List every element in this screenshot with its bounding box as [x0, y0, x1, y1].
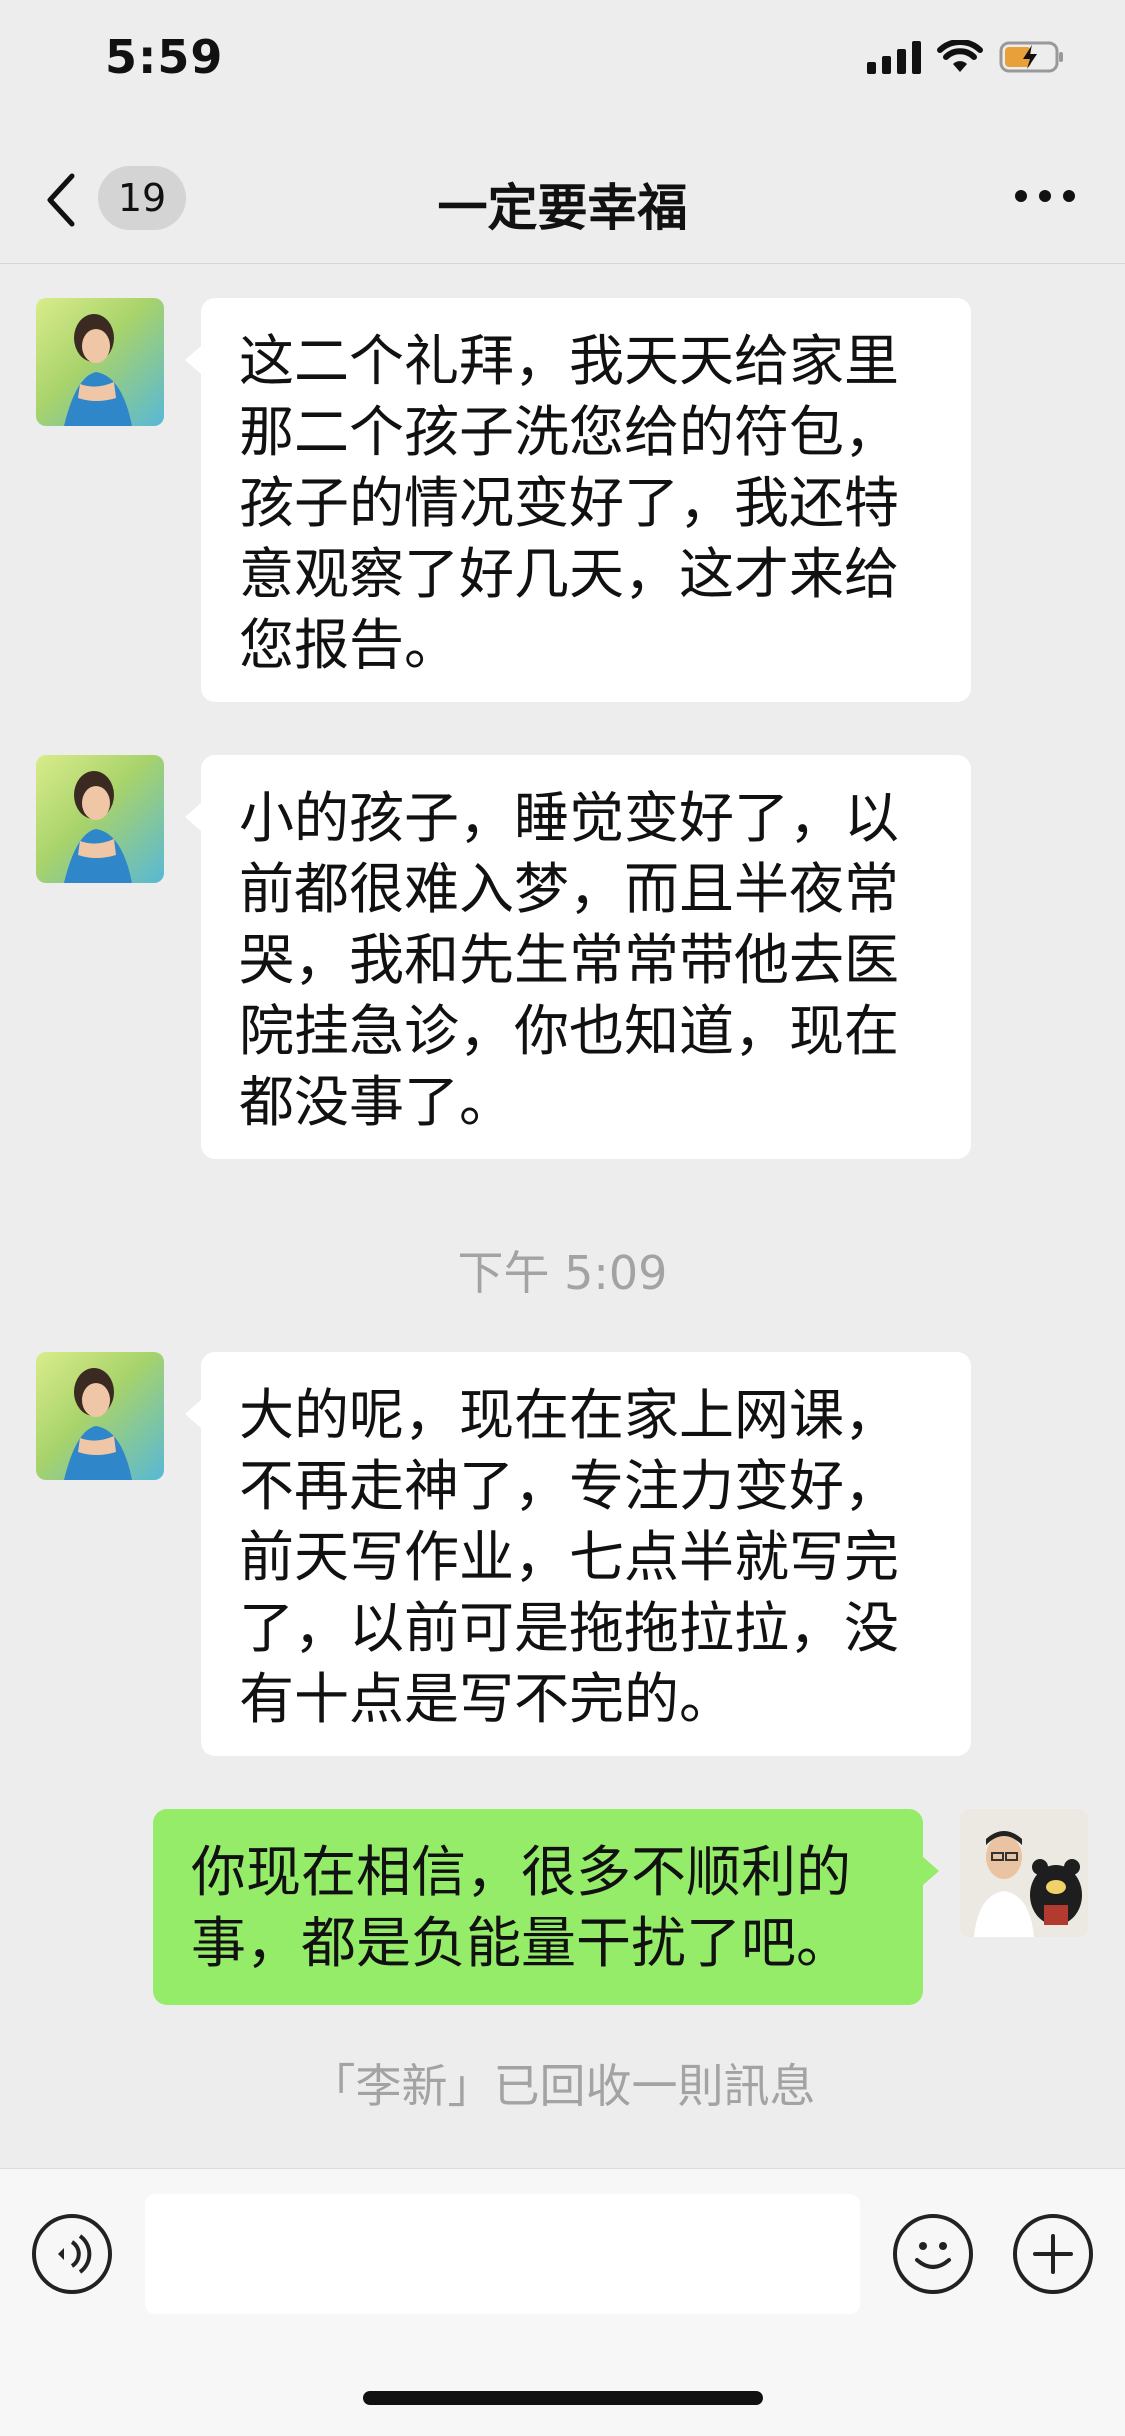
message-bubble[interactable]: 小的孩子，睡觉变好了，以前都很难入梦，而且半夜常哭，我和先生常常带他去医院挂急诊…: [185, 755, 971, 1159]
status-time: 5:59: [105, 30, 224, 84]
wifi-icon: [937, 40, 983, 74]
chat-input-bar: [0, 2168, 1125, 2436]
contact-avatar[interactable]: [36, 1352, 164, 1480]
recall-notice: 「李新」已回收一則訊息: [309, 2059, 816, 2113]
user-avatar[interactable]: [960, 1809, 1088, 1937]
more-dots-icon[interactable]: [1015, 190, 1075, 202]
message-input[interactable]: [145, 2194, 860, 2314]
contact-avatar[interactable]: [36, 298, 164, 426]
home-indicator[interactable]: [363, 2391, 763, 2405]
voice-icon[interactable]: [32, 2214, 112, 2294]
message-bubble[interactable]: 大的呢，现在在家上网课，不再走神了，专注力变好，前天写作业，七点半就写完了，以前…: [185, 1352, 971, 1756]
plus-icon[interactable]: [1013, 2214, 1093, 2294]
emoji-icon[interactable]: [893, 2214, 973, 2294]
chat-title: 一定要幸福: [437, 179, 688, 237]
chat-header: 19 一定要幸福: [0, 132, 1125, 264]
chat-timestamp: 下午 5:09: [457, 1246, 668, 1300]
battery-charging-icon: [999, 40, 1065, 74]
cellular-signal-icon: [867, 40, 921, 74]
status-bar: 5:59: [0, 0, 1125, 132]
status-icons: [867, 40, 1065, 74]
message-bubble-outgoing[interactable]: 你现在相信，很多不顺利的事，都是负能量干扰了吧。: [153, 1809, 939, 2005]
contact-avatar[interactable]: [36, 755, 164, 883]
message-bubble[interactable]: 这二个礼拜，我天天给家里那二个孩子洗您给的符包，孩子的情况变好了，我还特意观察了…: [185, 298, 971, 702]
